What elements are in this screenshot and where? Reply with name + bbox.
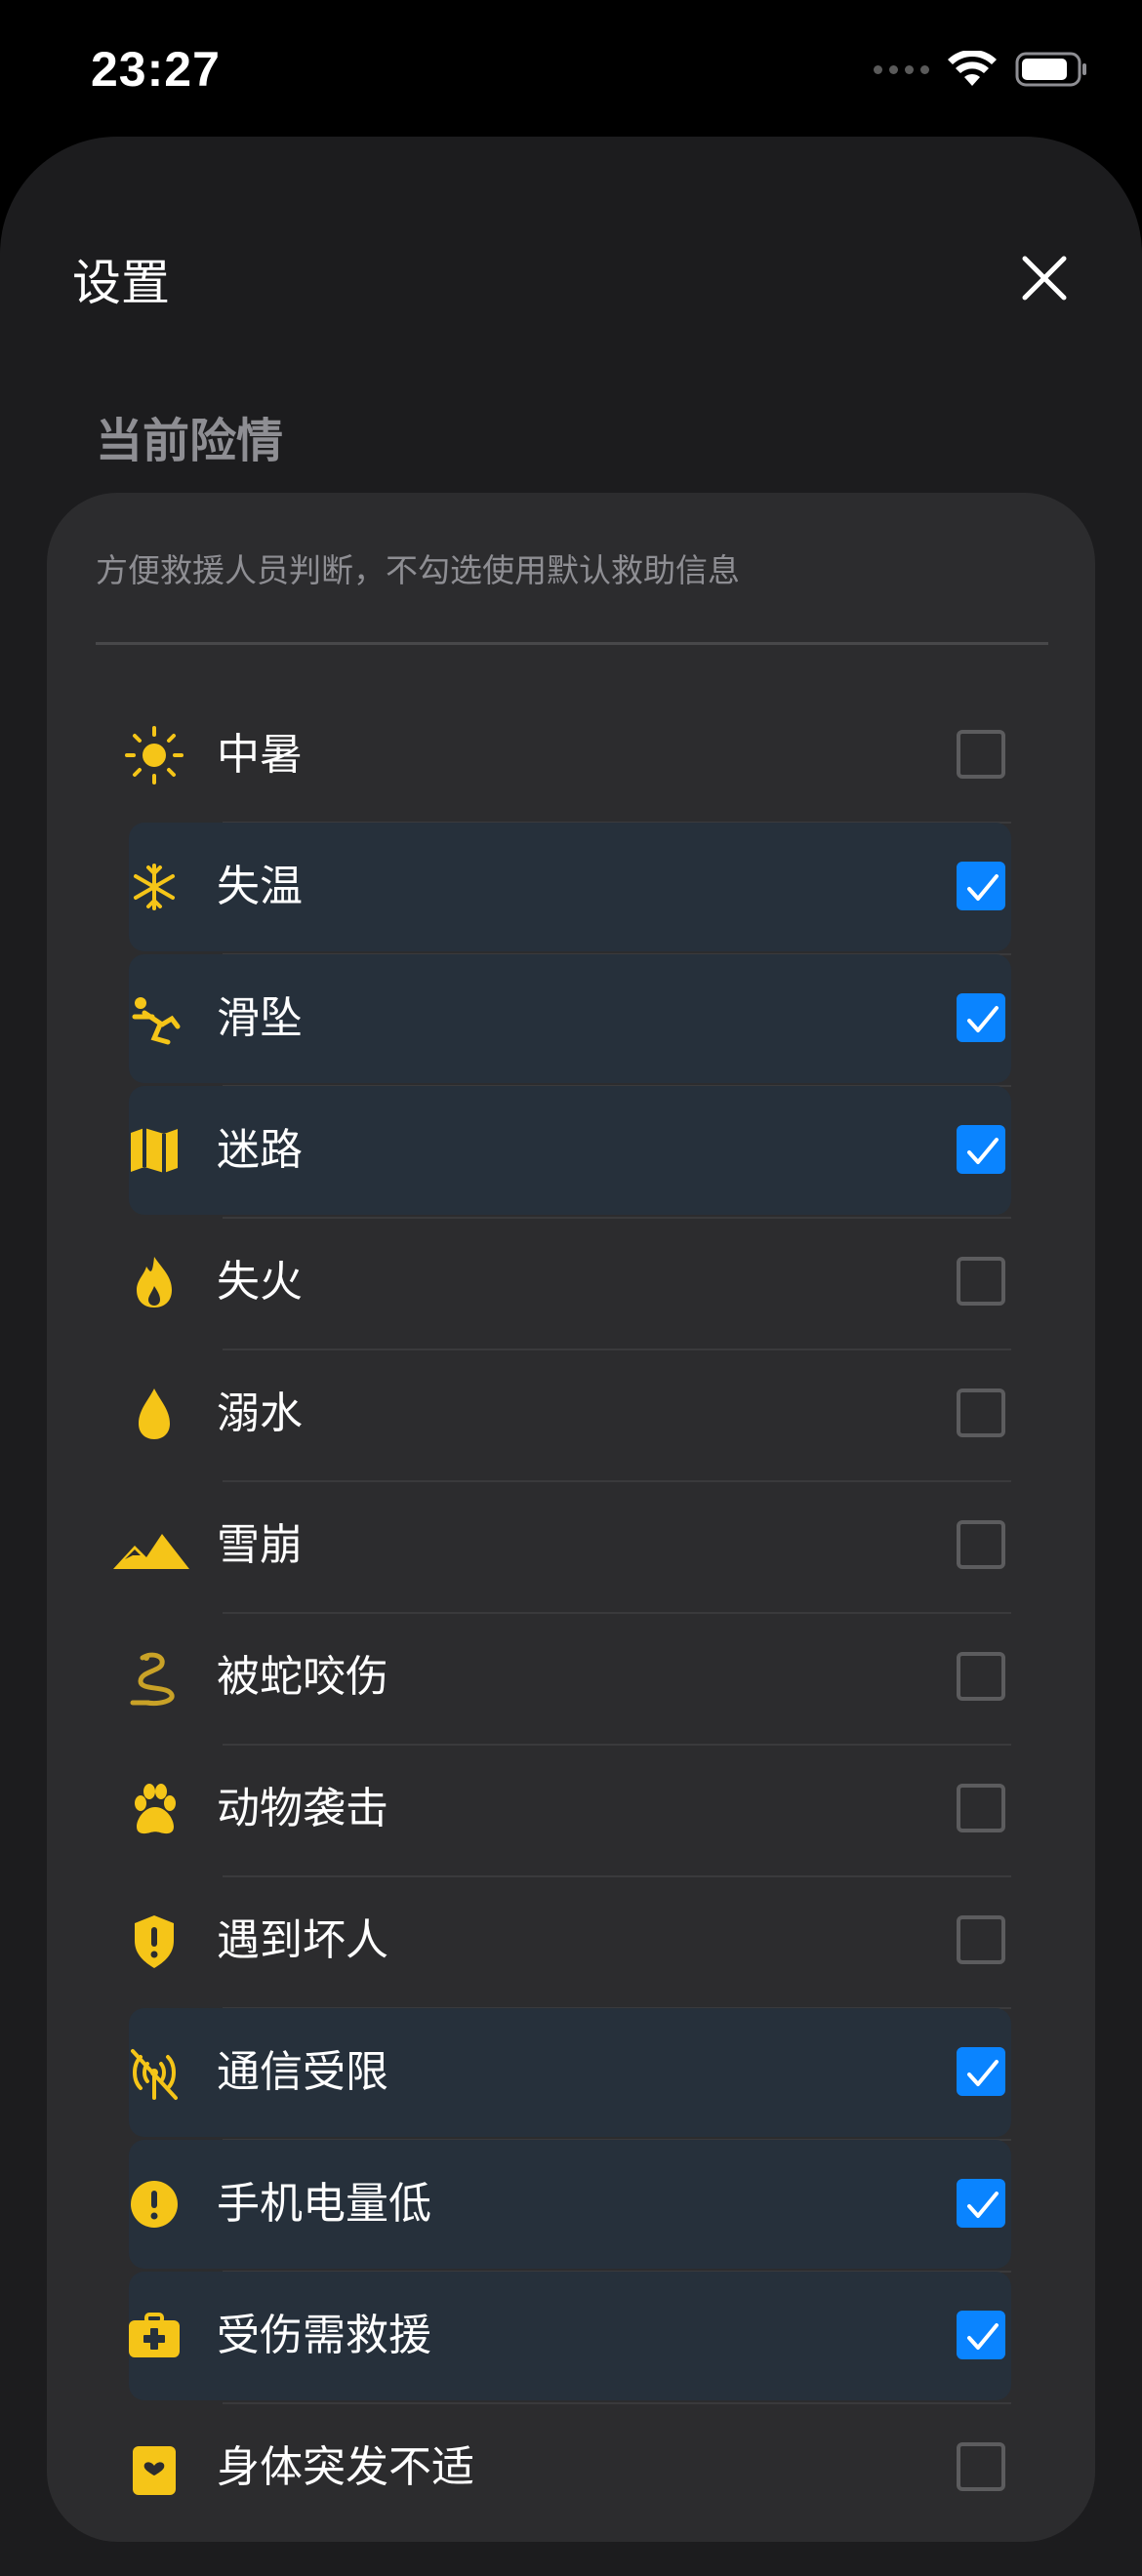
checkmark-icon: [967, 2323, 999, 2350]
hazard-item-animal-attack[interactable]: 动物袭击: [129, 1745, 1011, 1877]
checkbox[interactable]: [957, 1257, 1005, 1306]
medical-kit-icon: [129, 2313, 180, 2357]
close-button[interactable]: [1015, 249, 1074, 307]
item-label: 中暑: [217, 730, 303, 780]
hazard-item-no-signal[interactable]: 通信受限: [129, 2008, 1011, 2141]
item-label: 溺水: [217, 1389, 303, 1438]
checkbox[interactable]: [957, 1915, 1005, 1964]
snowflake-icon: [134, 864, 175, 910]
flame-icon: [137, 1257, 172, 1308]
checkbox[interactable]: [957, 1652, 1005, 1701]
wifi-icon: [948, 51, 997, 86]
item-label: 失火: [217, 1257, 303, 1307]
checkbox[interactable]: [957, 2047, 1005, 2096]
item-label: 被蛇咬伤: [217, 1652, 388, 1702]
item-label: 通信受限: [217, 2047, 388, 2097]
person-falling-icon: [132, 997, 181, 1045]
battery-icon: [1015, 52, 1086, 87]
checkbox[interactable]: [957, 2311, 1005, 2359]
section-title: 当前险情: [96, 414, 284, 468]
hazard-item-low-battery[interactable]: 手机电量低: [129, 2140, 1011, 2273]
hazard-item-bad-people[interactable]: 遇到坏人: [129, 1876, 1011, 2009]
checkbox[interactable]: [957, 862, 1005, 910]
hazard-item-fall[interactable]: 滑坠: [129, 954, 1011, 1087]
shield-alert-icon: [135, 1915, 174, 1968]
antenna-off-icon: [131, 2049, 178, 2100]
hazard-item-lost[interactable]: 迷路: [129, 1086, 1011, 1219]
hazard-item-avalanche[interactable]: 雪崩: [113, 1481, 1011, 1614]
cellular-signal-icon: [874, 64, 929, 74]
hazard-item-fire[interactable]: 失火: [129, 1218, 1011, 1350]
health-card-icon: [133, 2446, 176, 2495]
checkbox[interactable]: [957, 2179, 1005, 2228]
alert-circle-icon: [131, 2181, 178, 2228]
hazard-item-heatstroke[interactable]: 中暑: [125, 691, 1011, 824]
item-label: 失温: [217, 862, 303, 911]
status-time: 23:27: [91, 42, 221, 97]
map-icon: [131, 1128, 178, 1173]
item-label: 迷路: [217, 1125, 303, 1175]
hazard-item-injured[interactable]: 受伤需救援: [129, 2272, 1011, 2404]
checkbox[interactable]: [957, 1125, 1005, 1174]
item-label: 雪崩: [217, 1520, 303, 1570]
checkmark-icon: [967, 1006, 999, 1032]
paw-icon: [135, 1784, 176, 1834]
item-label: 动物袭击: [217, 1784, 388, 1833]
checkbox[interactable]: [957, 2442, 1005, 2491]
item-label: 受伤需救援: [217, 2311, 431, 2360]
item-label: 滑坠: [217, 993, 303, 1043]
checkbox[interactable]: [957, 1389, 1005, 1437]
snake-icon: [130, 1652, 175, 1706]
item-label: 遇到坏人: [217, 1915, 388, 1965]
water-drop-icon: [139, 1389, 170, 1439]
checkmark-icon: [967, 1138, 999, 1164]
item-label: 身体突发不适: [217, 2442, 474, 2492]
status-indicators: [874, 51, 1089, 88]
checkbox[interactable]: [957, 1520, 1005, 1569]
hazard-item-hypothermia[interactable]: 失温: [129, 823, 1011, 955]
status-bar: 23:27: [0, 0, 1142, 137]
divider: [96, 642, 1048, 645]
checkmark-icon: [967, 874, 999, 901]
hazard-item-sudden-illness[interactable]: 身体突发不适: [129, 2403, 1011, 2532]
hazard-item-snake-bite[interactable]: 被蛇咬伤: [129, 1613, 1011, 1746]
sheet-title: 设置: [72, 255, 170, 311]
checkmark-icon: [967, 2192, 999, 2218]
checkbox[interactable]: [957, 1784, 1005, 1832]
item-label: 手机电量低: [217, 2179, 431, 2229]
close-icon: [1022, 256, 1067, 301]
mountain-icon: [113, 1534, 189, 1569]
card-hint: 方便救援人员判断，不勾选使用默认救助信息: [96, 551, 740, 589]
checkbox[interactable]: [957, 993, 1005, 1042]
checkbox[interactable]: [957, 730, 1005, 779]
sun-icon: [125, 726, 184, 785]
hazard-item-drowning[interactable]: 溺水: [129, 1349, 1011, 1482]
checkmark-icon: [967, 2060, 999, 2086]
